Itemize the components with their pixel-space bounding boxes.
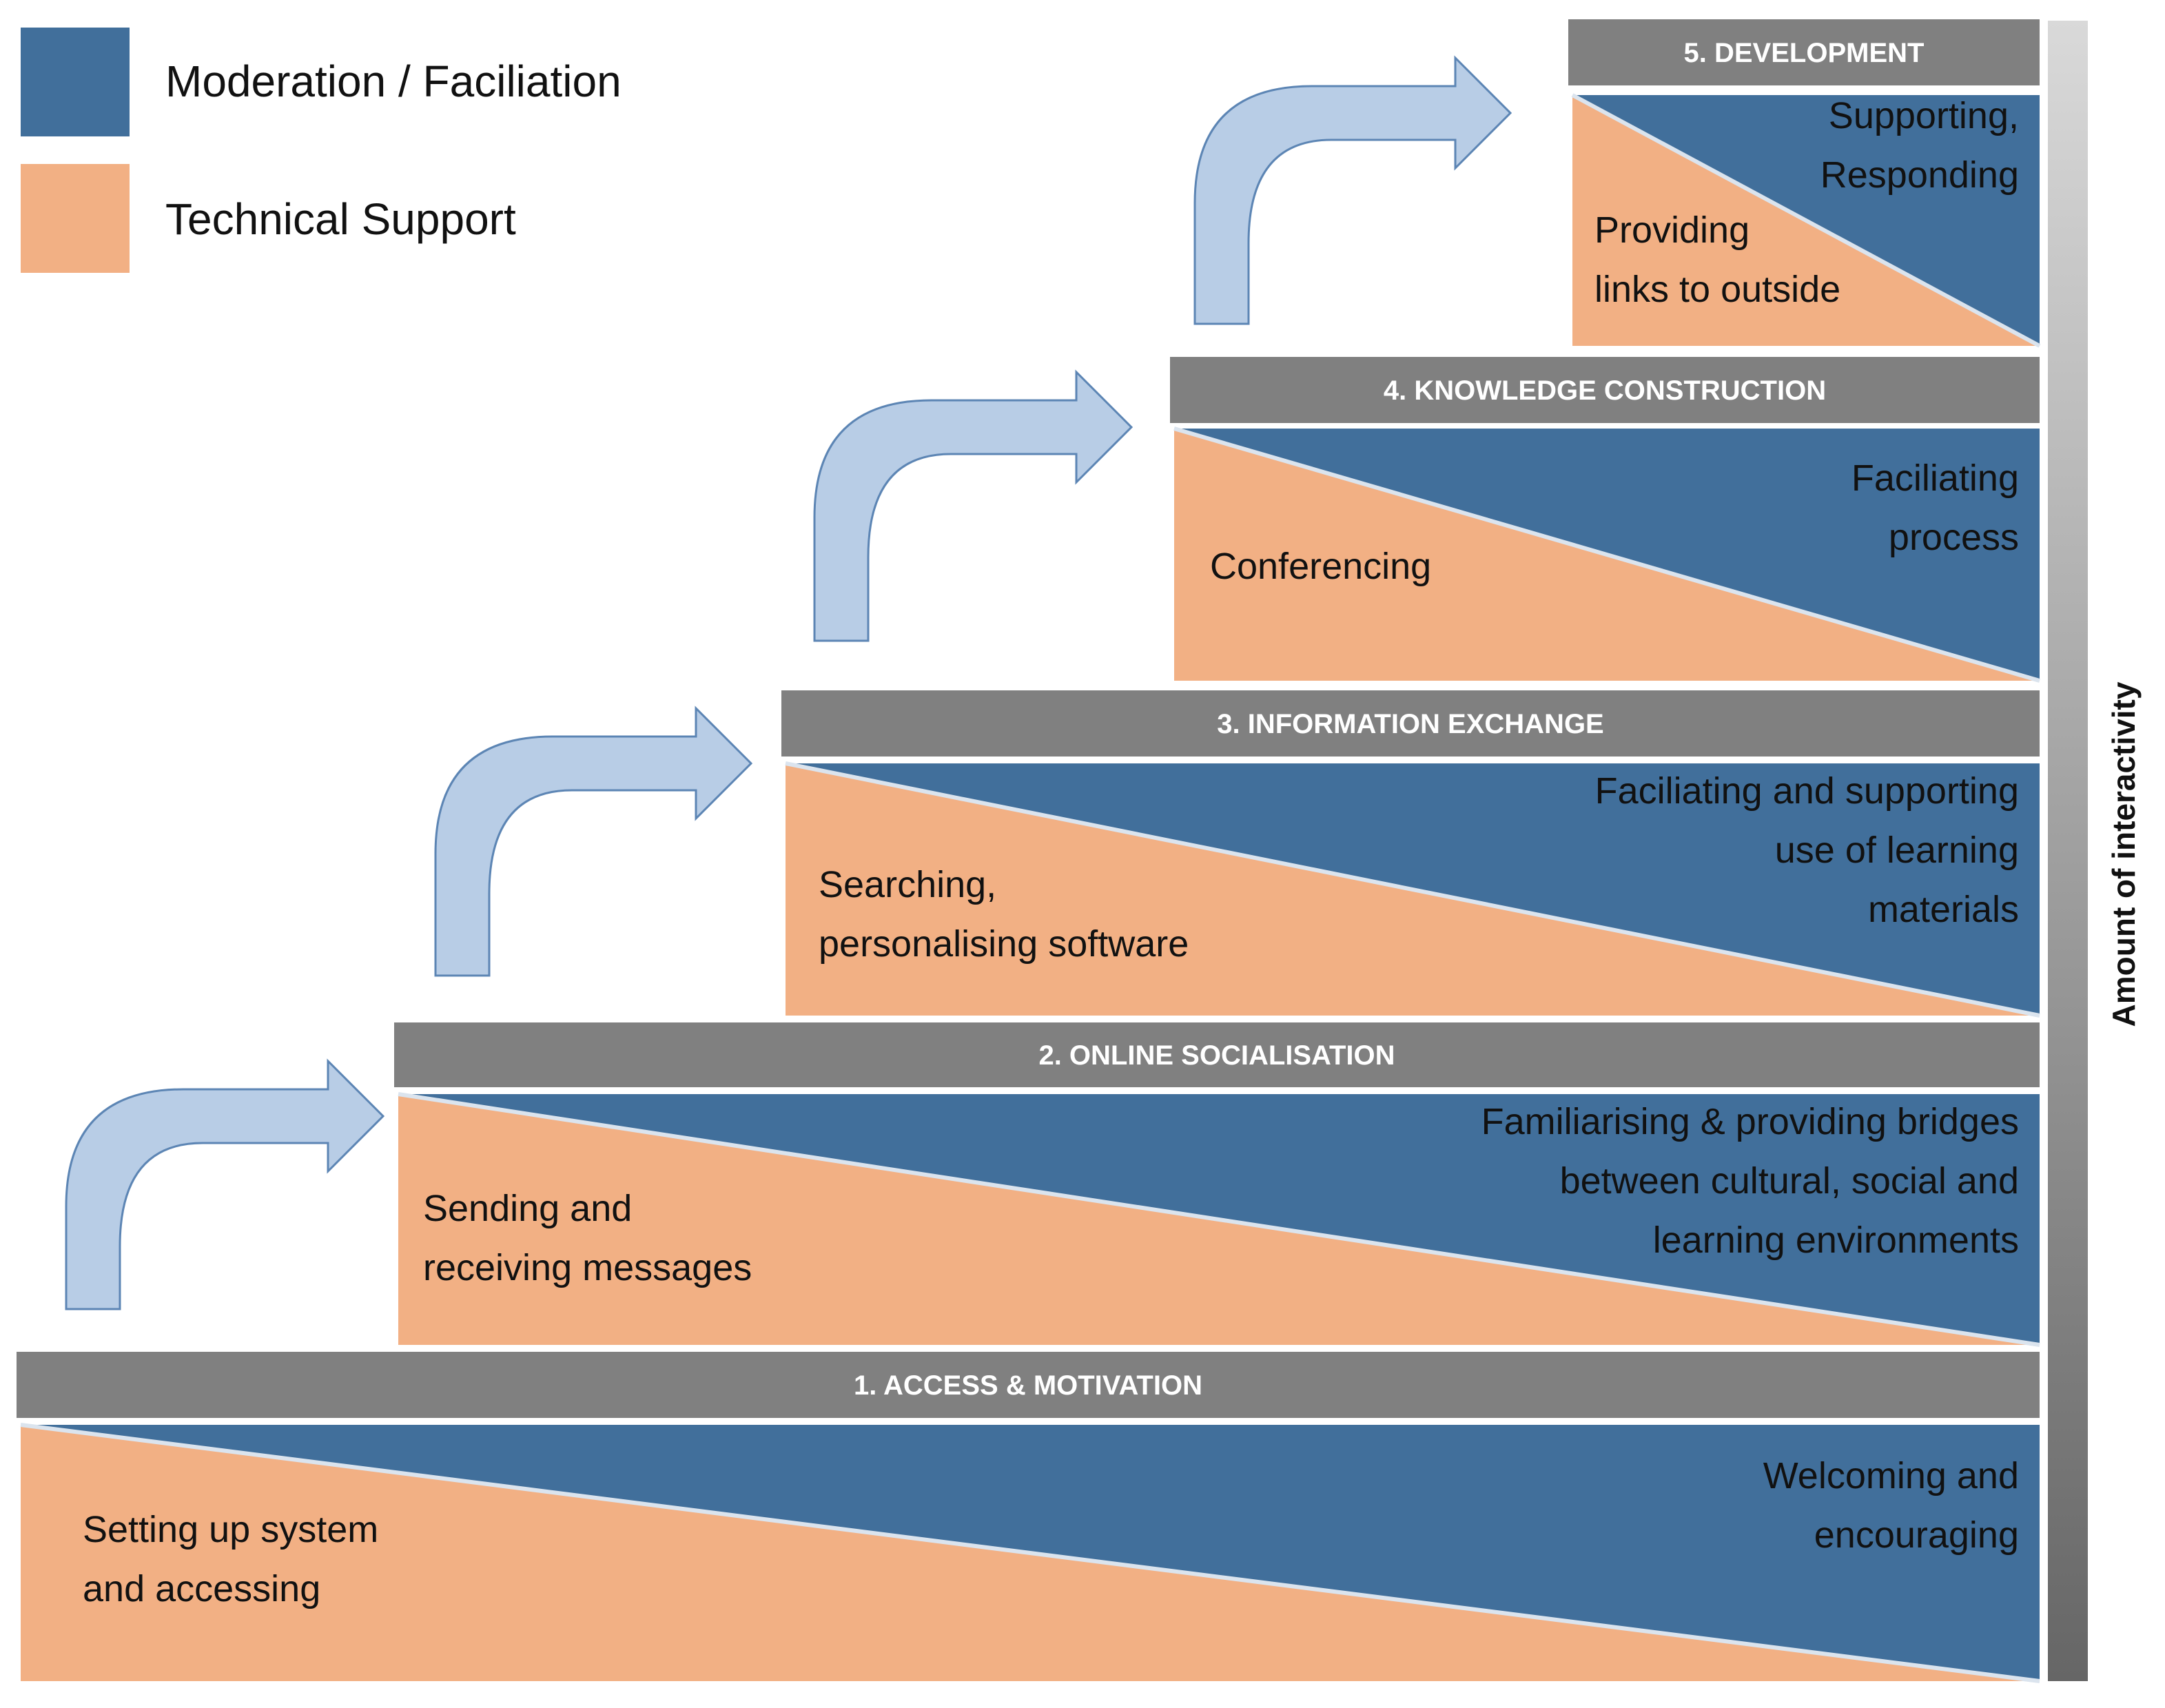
stage-title: 3. INFORMATION EXCHANGE [1217, 709, 1604, 739]
stage-3: 3. INFORMATION EXCHANGE Searching, persona… [781, 690, 2040, 1018]
moderation-text: process [1889, 517, 2019, 558]
technical-support-text: Conferencing [1210, 546, 1431, 587]
legend-item-technical: Technical Support [21, 164, 516, 273]
legend-swatch-moderation [21, 28, 130, 136]
stage-1: 1. ACCESS & MOTIVATION Setting up system a… [17, 1352, 2040, 1683]
moderation-text: Supporting, [1829, 95, 2019, 136]
moderation-text: Faciliating and supporting [1595, 770, 2019, 812]
stage-title: 2. ONLINE SOCIALISATION [1038, 1040, 1395, 1071]
interactivity-axis-label: Amount of interactivity [2106, 681, 2142, 1027]
technical-support-text: personalising software [819, 923, 1189, 965]
interactivity-gradient-bar [2048, 21, 2088, 1681]
legend-label-technical: Technical Support [165, 194, 516, 244]
stage-5: 5. DEVELOPMENT Providing links to outside S… [1568, 19, 2041, 348]
stage-title: 4. KNOWLEDGE CONSTRUCTION [1384, 375, 1826, 406]
moderation-text: use of learning [1775, 830, 2019, 871]
moderation-text: Faciliating [1851, 457, 2019, 499]
moderation-text: encouraging [1814, 1514, 2019, 1556]
stage-title: 5. DEVELOPMENT [1684, 38, 1925, 68]
technical-support-text: Providing [1594, 209, 1750, 251]
stages: 1. ACCESS & MOTIVATION Setting up system a… [17, 19, 2041, 1683]
curved-arrow-icon-1 [65, 1058, 385, 1310]
legend-item-moderation: Moderation / Faciliation [21, 28, 622, 136]
moderation-text: materials [1868, 889, 2019, 930]
moderation-text: Responding [1820, 154, 2019, 196]
stage-title: 1. ACCESS & MOTIVATION [854, 1370, 1202, 1401]
technical-support-text: Searching, [819, 864, 996, 905]
curved-arrow-icon-4 [1193, 55, 1512, 325]
legend: Moderation / Faciliation Technical Suppo… [21, 28, 622, 273]
technical-support-text: links to outside [1594, 269, 1840, 310]
legend-label-moderation: Moderation / Faciliation [165, 56, 622, 106]
technical-support-text: receiving messages [423, 1247, 752, 1288]
technical-support-text: Sending and [423, 1188, 632, 1229]
e-moderation-staircase-diagram: Moderation / Faciliation Technical Suppo… [17, 19, 2142, 1683]
moderation-text: Welcoming and [1763, 1455, 2019, 1496]
moderation-text: learning environments [1653, 1220, 2019, 1261]
moderation-text: Familiarising & providing bridges [1481, 1101, 2019, 1142]
moderation-text: between cultural, social and [1560, 1160, 2019, 1202]
stage-2: 2. ONLINE SOCIALISATION Sending and receiv… [394, 1022, 2040, 1347]
curved-arrow-icon-3 [813, 369, 1133, 642]
curved-arrow-icon-2 [434, 706, 753, 977]
technical-support-text: Setting up system [83, 1509, 378, 1550]
stage-4: 4. KNOWLEDGE CONSTRUCTION Conferencing Fac… [1170, 357, 2040, 683]
technical-support-text: and accessing [83, 1568, 320, 1609]
legend-swatch-technical [21, 164, 130, 273]
